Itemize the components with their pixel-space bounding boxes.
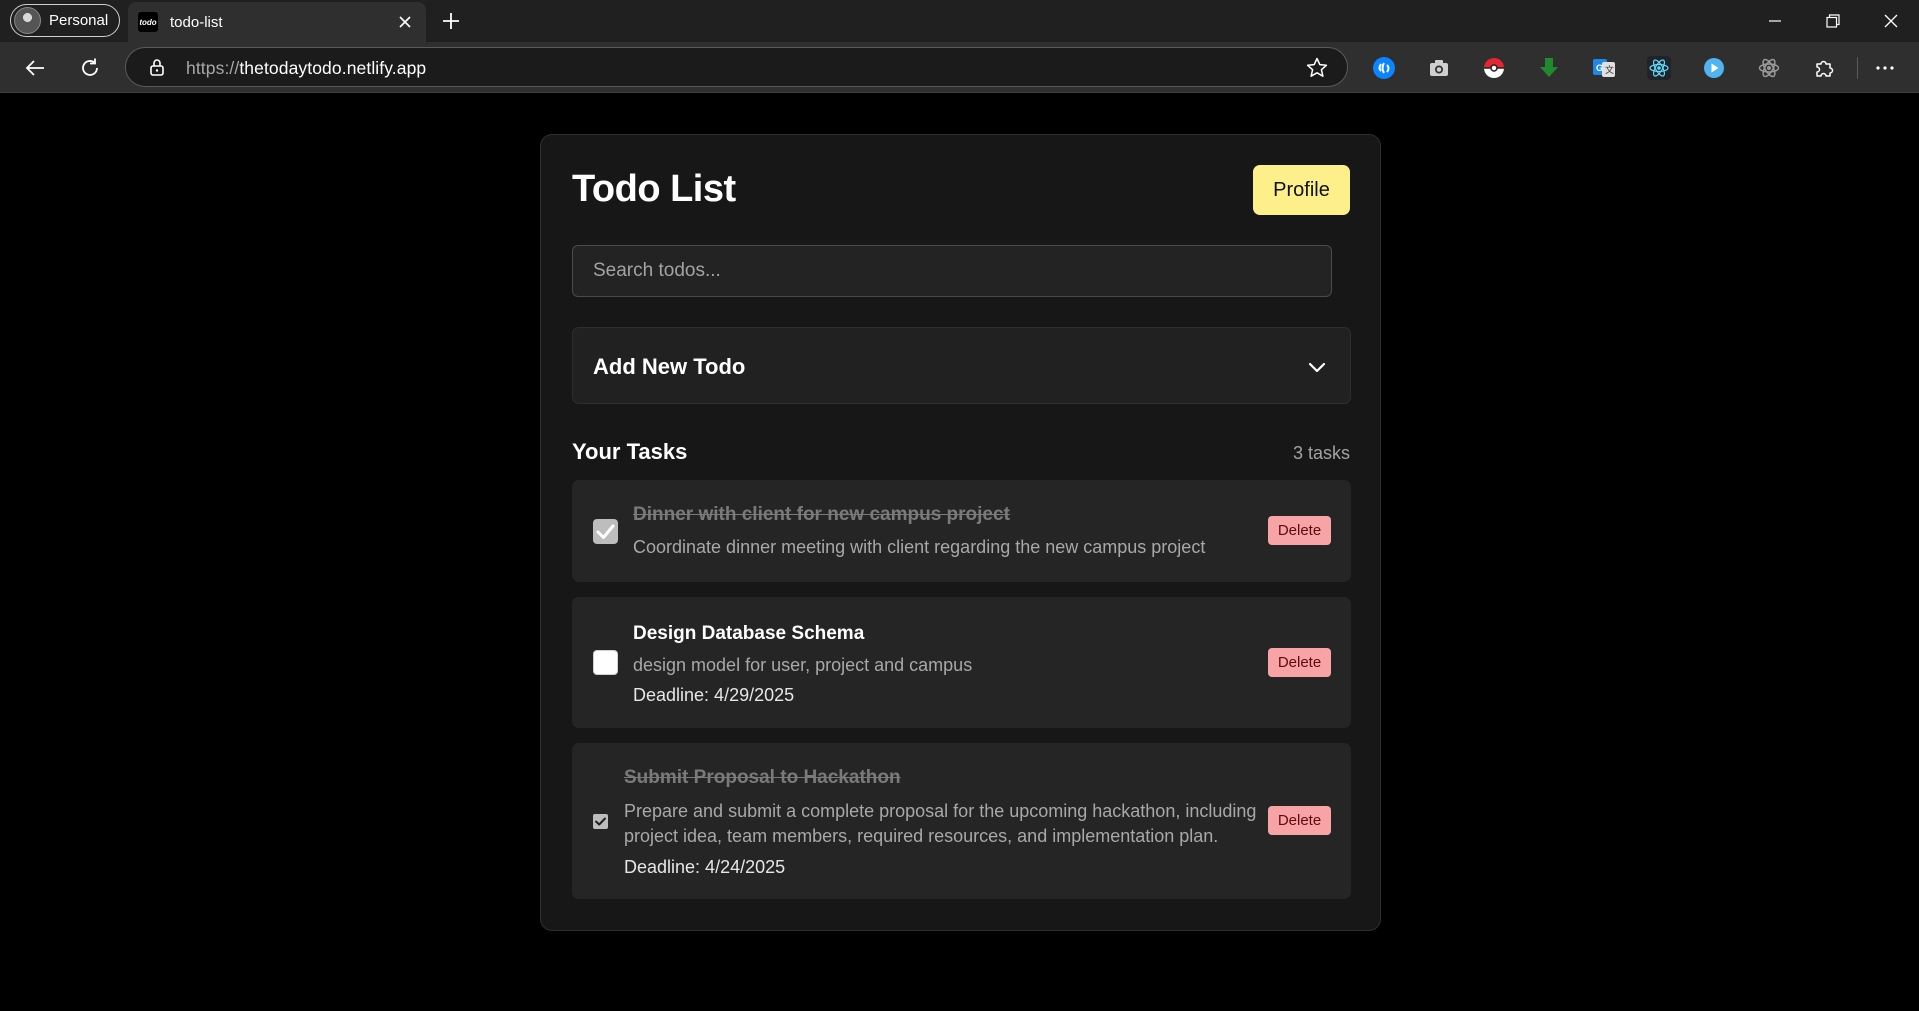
toolbar-divider <box>1857 57 1858 79</box>
task-checkbox[interactable] <box>593 519 618 544</box>
task-checkbox[interactable] <box>593 814 608 829</box>
task-item: Dinner with client for new campus projec… <box>572 480 1351 582</box>
atom-icon[interactable] <box>1756 55 1782 81</box>
task-title: Dinner with client for new campus projec… <box>633 504 1010 525</box>
new-tab-button[interactable] <box>436 6 466 36</box>
todo-card: Todo List Profile Add New Todo Your Task… <box>540 134 1381 931</box>
delete-button[interactable]: Delete <box>1268 806 1331 835</box>
add-todo-title: Add New Todo <box>593 354 746 379</box>
browser-toolbar: https://thetodaytodo.netlify.app G文 <box>0 42 1919 93</box>
star-icon[interactable] <box>1305 56 1329 80</box>
more-icon[interactable] <box>1872 55 1898 81</box>
react-icon[interactable] <box>1646 55 1672 81</box>
reload-button[interactable] <box>73 51 107 85</box>
minimize-button[interactable] <box>1747 0 1803 42</box>
svg-text:G: G <box>1596 63 1603 73</box>
profile-switcher[interactable]: Personal <box>10 4 120 37</box>
close-icon[interactable] <box>394 11 416 33</box>
browser-tab[interactable]: todo todo-list <box>128 2 426 42</box>
task-deadline: Deadline: 4/29/2025 <box>633 685 795 705</box>
delete-button[interactable]: Delete <box>1268 648 1331 677</box>
tasks-count: 3 tasks <box>1292 443 1350 463</box>
translate-icon[interactable]: G文 <box>1591 55 1617 81</box>
add-todo-panel[interactable]: Add New Todo <box>572 327 1351 404</box>
profile-label: Personal <box>49 12 109 29</box>
tab-favicon: todo <box>138 12 158 32</box>
tasks-heading: Your Tasks <box>572 439 688 464</box>
chevron-down-icon[interactable] <box>1306 356 1328 378</box>
camera-icon[interactable] <box>1426 55 1452 81</box>
delete-button[interactable]: Delete <box>1268 516 1331 545</box>
restore-button[interactable] <box>1805 0 1861 42</box>
play-icon[interactable] <box>1701 55 1727 81</box>
back-button[interactable] <box>18 51 52 85</box>
svg-text:文: 文 <box>1605 64 1614 75</box>
task-description: Coordinate dinner meeting with client re… <box>633 537 1206 557</box>
browser-titlebar: Personal todo todo-list <box>0 0 1919 42</box>
task-item: Submit Proposal to Hackathon Prepare and… <box>572 743 1351 899</box>
tab-title: todo-list <box>170 13 223 31</box>
task-item: Design Database Schema design model for … <box>572 597 1351 728</box>
task-deadline: Deadline: 4/24/2025 <box>624 857 786 877</box>
search-input[interactable] <box>572 245 1332 297</box>
page-title: Todo List <box>572 168 736 210</box>
task-description-line: project idea, team members, required res… <box>624 826 1219 846</box>
close-window-button[interactable] <box>1863 0 1919 42</box>
pokeball-icon[interactable] <box>1481 55 1507 81</box>
lock-icon[interactable] <box>147 57 167 77</box>
url-text: https://thetodaytodo.netlify.app <box>186 58 427 78</box>
task-checkbox[interactable] <box>593 650 618 675</box>
task-title: Design Database Schema <box>633 623 865 644</box>
task-title: Submit Proposal to Hackathon <box>624 767 901 788</box>
shazam-icon[interactable] <box>1371 55 1397 81</box>
profile-button[interactable]: Profile <box>1253 165 1350 215</box>
avatar <box>14 7 41 34</box>
address-bar[interactable]: https://thetodaytodo.netlify.app <box>125 47 1348 87</box>
puzzle-icon[interactable] <box>1811 55 1837 81</box>
task-description: design model for user, project and campu… <box>633 655 973 675</box>
download-arrow-icon[interactable] <box>1536 55 1562 81</box>
task-description-line: Prepare and submit a complete proposal f… <box>624 801 1257 821</box>
